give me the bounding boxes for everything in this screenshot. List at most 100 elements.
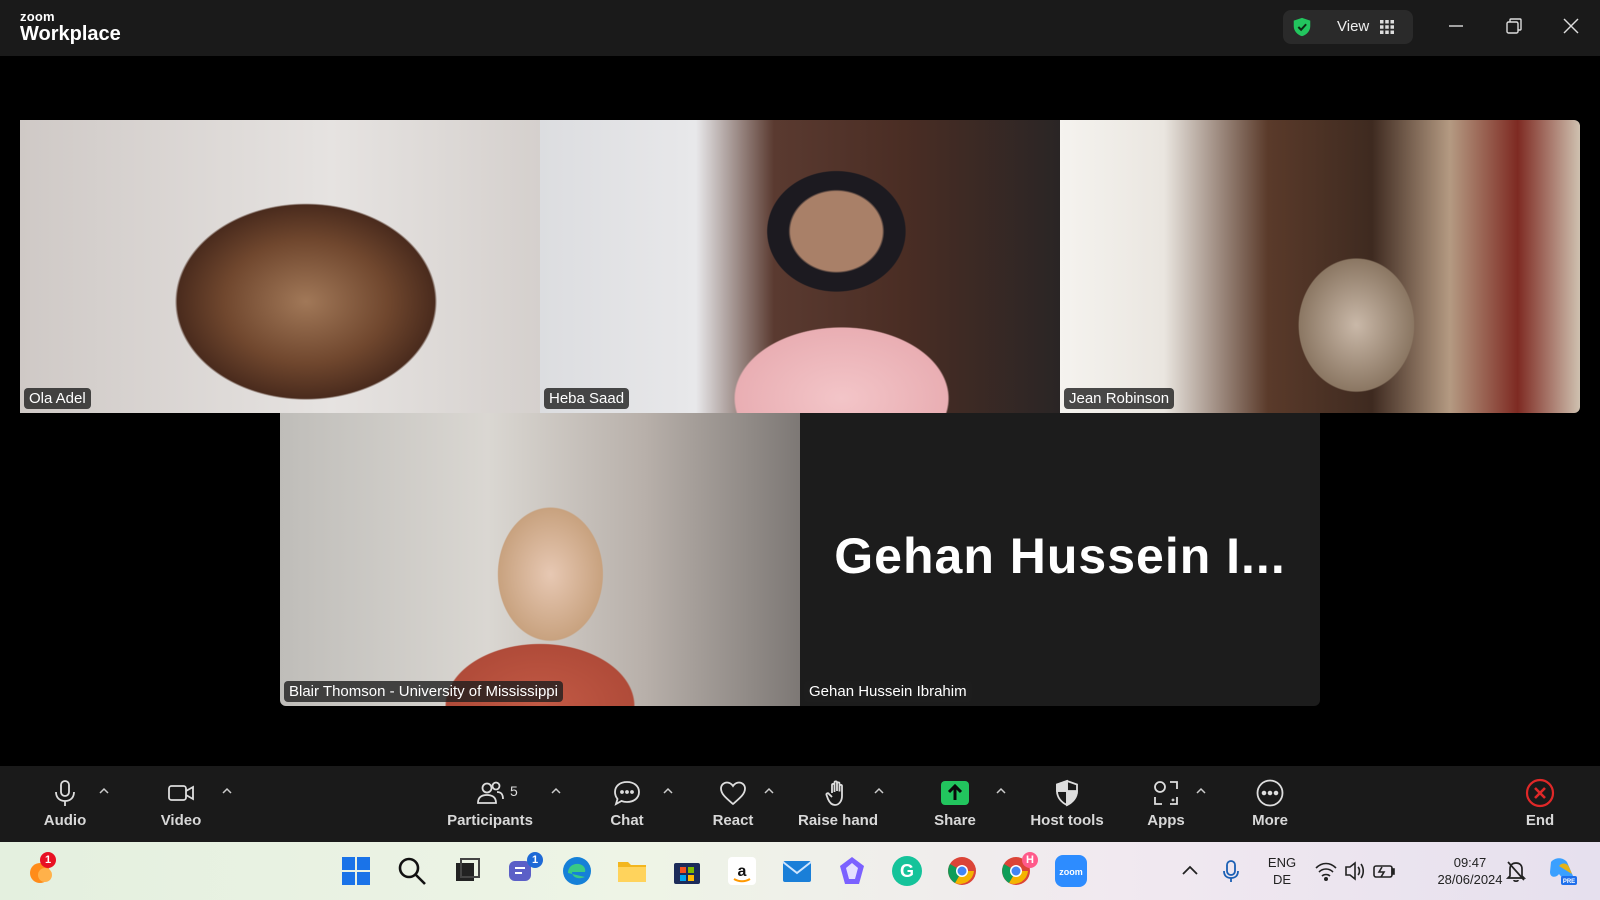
host-tools-button[interactable]: Host tools [1025, 766, 1109, 842]
more-ellipsis-icon [1256, 779, 1284, 807]
teams-notification-badge: 1 [527, 852, 543, 868]
video-tile-ola-adel[interactable]: Ola Adel [20, 120, 540, 413]
search-icon[interactable] [395, 854, 429, 888]
zoom-logo: zoom Workplace [20, 10, 121, 44]
microphone-in-use-icon[interactable] [1220, 854, 1242, 888]
video-options-chevron-up-icon[interactable] [221, 786, 233, 796]
chrome-profile-badge: H [1022, 852, 1038, 868]
mail-icon[interactable] [780, 854, 814, 888]
close-icon[interactable] [1559, 14, 1583, 38]
participant-video [540, 120, 1060, 413]
chrome-icon[interactable] [945, 854, 979, 888]
end-label: End [1525, 812, 1555, 829]
participants-icon [477, 781, 504, 804]
participant-name-label: Jean Robinson [1064, 388, 1175, 409]
copilot-preview-icon[interactable]: PRE [1545, 854, 1579, 888]
clock-time: 09:47 [1453, 855, 1487, 870]
share-screen-icon [941, 781, 969, 805]
file-explorer-icon[interactable] [615, 854, 649, 888]
logo-big-text: Workplace [20, 23, 121, 45]
task-view-icon[interactable] [450, 854, 484, 888]
raise-hand-icon [825, 780, 843, 806]
volume-icon[interactable] [1343, 854, 1367, 888]
share-label: Share [934, 812, 976, 829]
clock[interactable]: 09:47 28/06/2024 [1430, 854, 1510, 888]
microphone-icon [55, 780, 75, 806]
more-label: More [1252, 812, 1288, 829]
svg-text:zoom: zoom [1059, 867, 1083, 877]
participant-video [20, 120, 540, 413]
view-label: View [1337, 18, 1370, 35]
windows-start-icon[interactable] [339, 854, 373, 888]
keyboard-layout: DE [1272, 872, 1292, 887]
security-shield-icon[interactable] [1291, 16, 1313, 38]
video-camera-icon [168, 785, 194, 801]
svg-text:G: G [900, 861, 914, 881]
edge-browser-icon[interactable] [560, 854, 594, 888]
video-tile-gehan-hussein[interactable]: Gehan Hussein I... Gehan Hussein Ibrahim [800, 413, 1320, 706]
raise-hand-button[interactable]: Raise hand [793, 766, 883, 842]
show-hidden-icons-chevron-up-icon[interactable] [1179, 854, 1201, 888]
video-tile-heba-saad[interactable]: Heba Saad [540, 120, 1060, 413]
participant-video [1060, 120, 1580, 413]
notifications-bell-icon[interactable] [1504, 854, 1528, 888]
participant-name-label: Gehan Hussein Ibrahim [804, 681, 972, 702]
chat-icon [614, 781, 640, 806]
participant-video [280, 413, 800, 706]
video-tile-jean-robinson[interactable]: Jean Robinson [1060, 120, 1580, 413]
svg-text:PRE: PRE [1563, 879, 1575, 885]
grid-view-icon [1380, 20, 1394, 34]
participant-name-label: Ola Adel [24, 388, 91, 409]
apps-label: Apps [1147, 812, 1185, 829]
weather-notification-badge: 1 [40, 852, 56, 868]
participant-display-name: Gehan Hussein I... [834, 528, 1286, 584]
host-tools-label: Host tools [1030, 812, 1104, 829]
battery-icon[interactable] [1372, 854, 1396, 888]
apps-button[interactable]: Apps [1131, 766, 1201, 842]
input-language-indicator[interactable]: ENG DE [1262, 854, 1302, 888]
meeting-toolbar: Audio Video Participants 5 Chat React Ra… [0, 766, 1600, 842]
raise-hand-options-chevron-up-icon[interactable] [873, 786, 885, 796]
share-options-chevron-up-icon[interactable] [995, 786, 1007, 796]
participants-label: Participants [447, 812, 533, 829]
participants-options-chevron-up-icon[interactable] [550, 786, 562, 796]
participants-button[interactable]: Participants [445, 766, 535, 842]
raise-hand-label: Raise hand [797, 812, 879, 829]
copilot-icon[interactable] [835, 854, 869, 888]
end-meeting-icon [1525, 778, 1555, 808]
chat-button[interactable]: Chat [592, 766, 662, 842]
microsoft-store-icon[interactable] [670, 854, 704, 888]
minimize-icon[interactable] [1444, 14, 1468, 38]
restore-icon[interactable] [1502, 14, 1526, 38]
apps-icon [1154, 781, 1178, 805]
grammarly-icon[interactable]: G [890, 854, 924, 888]
audio-button[interactable]: Audio [30, 766, 100, 842]
video-button[interactable]: Video [146, 766, 216, 842]
video-gallery: Ola Adel Heba Saad Jean Robinson Blair T… [0, 56, 1600, 766]
participant-name-label: Blair Thomson - University of Mississipp… [284, 681, 563, 702]
video-label: Video [160, 812, 202, 829]
chat-label: Chat [610, 812, 644, 829]
end-meeting-button[interactable]: End [1505, 766, 1575, 842]
title-bar: zoom Workplace View [0, 0, 1600, 56]
react-button[interactable]: React [698, 766, 768, 842]
chat-options-chevron-up-icon[interactable] [662, 786, 674, 796]
video-tile-blair-thomson[interactable]: Blair Thomson - University of Mississipp… [280, 413, 800, 706]
share-button[interactable]: Share [920, 766, 990, 842]
clock-date: 28/06/2024 [1437, 872, 1503, 887]
participant-name-label: Heba Saad [544, 388, 630, 409]
react-label: React [712, 812, 754, 829]
logo-small-text: zoom [20, 9, 55, 24]
zoom-app-icon[interactable]: zoom [1054, 854, 1088, 888]
more-button[interactable]: More [1235, 766, 1305, 842]
view-button[interactable]: View [1283, 10, 1413, 44]
language-code: ENG [1267, 855, 1297, 870]
react-options-chevron-up-icon[interactable] [763, 786, 775, 796]
audio-label: Audio [43, 812, 87, 829]
amazon-icon[interactable]: a [725, 854, 759, 888]
apps-options-chevron-up-icon[interactable] [1195, 786, 1207, 796]
wifi-icon[interactable] [1314, 854, 1338, 888]
audio-options-chevron-up-icon[interactable] [98, 786, 110, 796]
host-tools-shield-icon [1056, 779, 1078, 807]
windows-taskbar: 1 1 a G H zoom ENG DE 09:47 28/06/2024 P… [0, 842, 1600, 900]
